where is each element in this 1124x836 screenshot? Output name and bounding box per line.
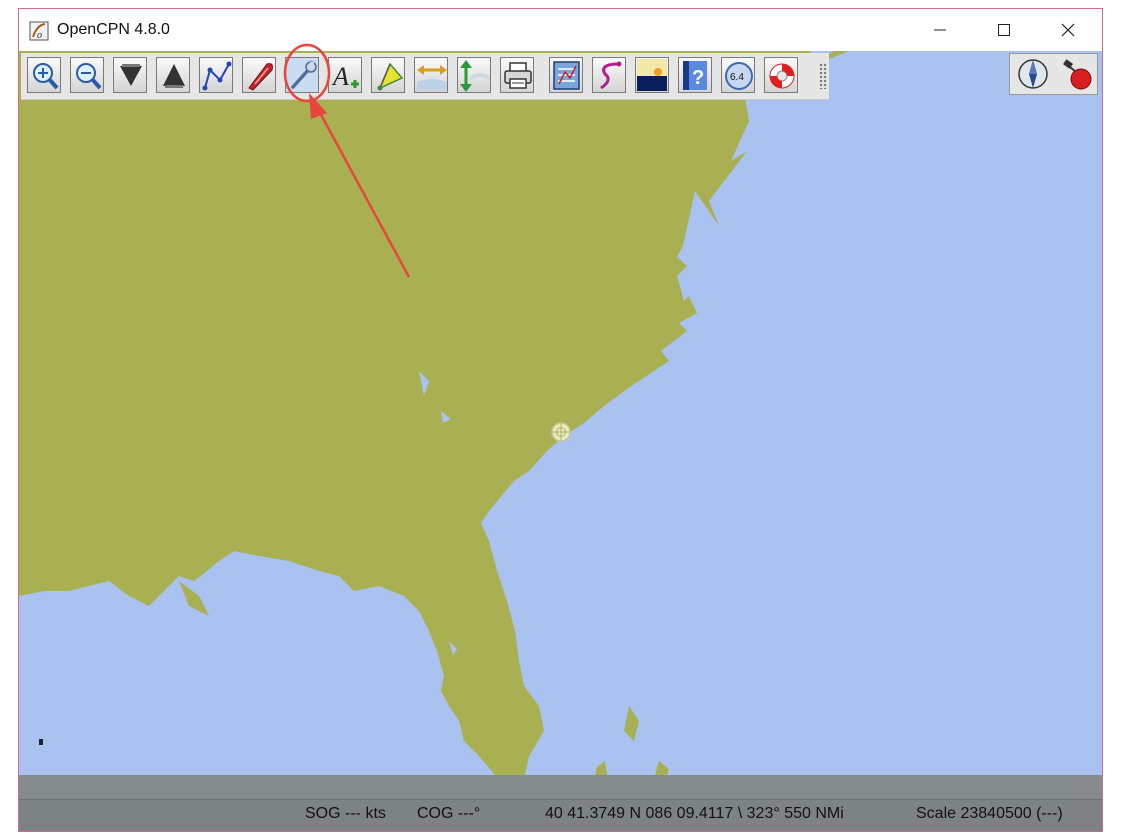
toolbar-grip-handle[interactable]: [819, 63, 827, 89]
route-button[interactable]: [199, 57, 233, 93]
help-symbol: ?: [692, 67, 704, 89]
speed-value: 6.4: [730, 72, 744, 83]
track-icon: [600, 61, 622, 90]
zoom-in-icon: [33, 63, 59, 90]
scale-up-icon: [163, 64, 185, 88]
close-button[interactable]: [1045, 13, 1091, 47]
status-bar: SOG --- kts COG ---° 40 41.3749 N 086 09…: [19, 775, 1102, 831]
status-bar-upper: [19, 775, 1102, 800]
chart-marker: [39, 739, 43, 745]
options-button[interactable]: [285, 57, 319, 93]
route-manager-icon: [553, 61, 580, 90]
ownship-crosshair-icon: [551, 422, 571, 442]
options-wrench-icon: [286, 58, 318, 92]
svg-text:A: A: [331, 62, 349, 91]
print-button[interactable]: [500, 57, 534, 93]
current-button[interactable]: [414, 57, 448, 93]
current-icon: [417, 65, 447, 90]
follow-ship-button[interactable]: [242, 57, 276, 93]
mob-button[interactable]: [764, 57, 798, 93]
route-manager-button[interactable]: [549, 57, 583, 93]
track-button[interactable]: [592, 57, 626, 93]
gps-status-button[interactable]: [1056, 57, 1094, 91]
cog-readout: COG ---°: [417, 805, 481, 822]
color-scheme-icon: [637, 59, 667, 91]
zoom-out-button[interactable]: [70, 57, 104, 93]
chart-canvas[interactable]: [19, 51, 1102, 775]
right-toolbar: [1009, 53, 1098, 95]
route-icon: [202, 61, 232, 91]
opencpn-app-icon: o: [29, 21, 49, 41]
zoom-out-icon: [76, 63, 102, 90]
speed-icon: 6.4: [725, 62, 753, 90]
compass-button[interactable]: [1014, 57, 1052, 91]
ship-icon: [248, 63, 273, 91]
scale-down-button[interactable]: [113, 57, 147, 93]
print-icon: [504, 62, 532, 89]
help-icon: ?: [683, 61, 707, 90]
tide-button[interactable]: [371, 57, 405, 93]
cursor-position-readout: 40 41.3749 N 086 09.4117 \ 323° 550 NMi: [545, 805, 844, 822]
gps-status-icon: [1063, 59, 1092, 90]
title-bar[interactable]: o OpenCPN 4.8.0: [19, 9, 1102, 51]
zoom-in-button[interactable]: [27, 57, 61, 93]
scale-down-icon: [120, 64, 142, 86]
close-icon: [1061, 23, 1075, 37]
show-text-button[interactable]: A: [328, 57, 362, 93]
app-window: o OpenCPN 4.8.0 A ? 6.4 SOG --- kts COG …: [18, 8, 1103, 832]
speed-button[interactable]: 6.4: [721, 57, 755, 93]
chart-map: [19, 51, 1102, 775]
minimize-button[interactable]: [917, 13, 963, 47]
svg-text:o: o: [37, 30, 42, 41]
help-button[interactable]: ?: [678, 57, 712, 93]
maximize-icon: [998, 24, 1010, 36]
depth-button[interactable]: [457, 57, 491, 93]
compass-icon: [1018, 59, 1048, 89]
mob-icon: [769, 63, 795, 89]
scale-up-button[interactable]: [156, 57, 190, 93]
depth-icon: [460, 60, 490, 92]
sog-readout: SOG --- kts: [305, 805, 386, 822]
maximize-button[interactable]: [981, 13, 1027, 47]
main-toolbar: A ? 6.4: [21, 53, 829, 100]
window-title: OpenCPN 4.8.0: [57, 21, 170, 38]
text-icon: A: [331, 62, 359, 91]
minimize-icon: [934, 29, 946, 31]
tide-icon: [377, 62, 404, 91]
scale-readout: Scale 23840500 (---): [916, 805, 1063, 822]
color-scheme-button[interactable]: [635, 57, 669, 93]
